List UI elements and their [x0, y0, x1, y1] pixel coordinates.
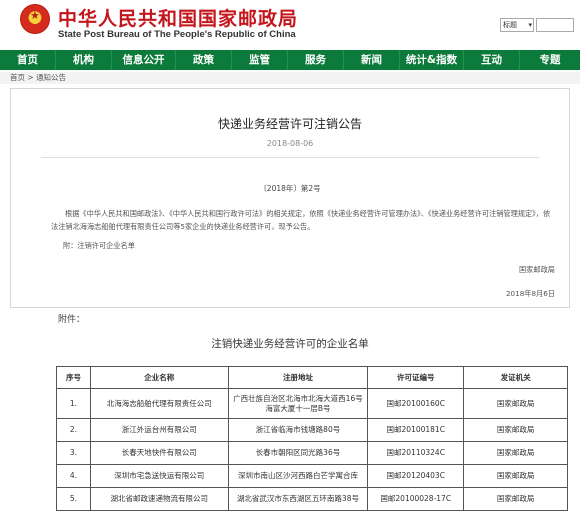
cell-company: 深圳市宅急送快运有限公司	[89, 464, 229, 488]
cell-index: 1.	[56, 388, 91, 419]
column-header-company: 企业名称	[89, 366, 229, 389]
breadcrumb-separator: >	[25, 73, 37, 82]
cell-index: 4.	[56, 464, 91, 488]
cell-issuer: 国家邮政局	[463, 441, 568, 465]
table-row: 1. 北海海志船舶代理有限责任公司 广西壮族自治区北海市北海大道西16号海富大厦…	[56, 388, 568, 419]
table-header-row: 序号 企业名称 注册地址 许可证编号 发证机关	[56, 366, 568, 389]
attachment-label: 附件：	[58, 315, 86, 325]
site-title: 中华人民共和国国家邮政局	[58, 8, 299, 30]
article-panel: 快递业务经营许可注销公告 2018-08-06 〔2018年〕第2号 根据《中华…	[10, 88, 570, 308]
revoked-companies-table: 序号 企业名称 注册地址 许可证编号 发证机关 1. 北海海志船舶代理有限责任公…	[56, 366, 568, 511]
cell-address: 广西壮族自治区北海市北海大道西16号海富大厦十一层B号	[227, 388, 369, 419]
cell-index: 3.	[56, 441, 91, 465]
document-number: 〔2018年〕第2号	[259, 184, 321, 193]
national-emblem-icon	[20, 4, 50, 34]
cell-address: 长春市朝阳区同光路36号	[227, 441, 369, 465]
article-title: 快递业务经营许可注销公告	[217, 117, 362, 131]
site-subtitle: State Post Bureau of The People's Republ…	[58, 29, 296, 40]
search-type-select[interactable]: 标题	[500, 18, 534, 32]
nav-item-info-disclosure[interactable]: 信息公开	[112, 50, 176, 70]
attachment-note: 附：注销许可企业名单	[63, 241, 135, 250]
issue-date: 2018年8月6日	[505, 289, 555, 298]
column-header-license-no: 许可证编号	[367, 366, 465, 389]
article-date: 2018-08-06	[266, 139, 314, 148]
nav-item-supervision[interactable]: 监管	[232, 50, 288, 70]
cell-license-no: 国邮20110324C	[367, 441, 465, 465]
nav-item-statistics[interactable]: 统计&指数	[400, 50, 464, 70]
cell-company: 长春天地快件有限公司	[89, 441, 229, 465]
cell-company: 湖北省邮政速递物流有限公司	[89, 487, 229, 511]
nav-item-policy[interactable]: 政策	[176, 50, 232, 70]
issuer: 国家邮政局	[519, 265, 555, 274]
nav-item-service[interactable]: 服务	[288, 50, 344, 70]
cell-index: 2.	[56, 418, 91, 442]
nav-item-interaction[interactable]: 互动	[464, 50, 520, 70]
nav-item-topics[interactable]: 专题	[520, 50, 580, 70]
table-row: 3. 长春天地快件有限公司 长春市朝阳区同光路36号 国邮20110324C 国…	[56, 441, 568, 465]
column-header-index: 序号	[56, 366, 91, 389]
cell-company: 北海海志船舶代理有限责任公司	[89, 388, 229, 419]
nav-item-home[interactable]: 首页	[0, 50, 56, 70]
cell-license-no: 国邮20120403C	[367, 464, 465, 488]
cell-address: 湖北省武汉市东西湖区五环南路38号	[227, 487, 369, 511]
nav-item-organization[interactable]: 机构	[56, 50, 112, 70]
attachment-table-title: 注销快递业务经营许可的企业名单	[211, 338, 369, 350]
divider	[41, 157, 539, 158]
breadcrumb: 首页 > 通知公告	[0, 72, 580, 84]
table-row: 5. 湖北省邮政速递物流有限公司 湖北省武汉市东西湖区五环南路38号 国邮201…	[56, 487, 568, 511]
cell-address: 浙江省临海市钱塘路80号	[227, 418, 369, 442]
cell-license-no: 国邮20100160C	[367, 388, 465, 419]
search-input[interactable]	[536, 18, 574, 32]
main-nav: 首页 机构 信息公开 政策 监管 服务 新闻 统计&指数 互动 专题	[0, 50, 580, 70]
cell-issuer: 国家邮政局	[463, 464, 568, 488]
cell-issuer: 国家邮政局	[463, 388, 568, 419]
nav-item-news[interactable]: 新闻	[344, 50, 400, 70]
cell-issuer: 国家邮政局	[463, 487, 568, 511]
table-row: 4. 深圳市宅急送快运有限公司 深圳市南山区沙河西路白芒学寓合库 国邮20120…	[56, 464, 568, 488]
breadcrumb-current[interactable]: 通知公告	[36, 73, 66, 82]
cell-address: 深圳市南山区沙河西路白芒学寓合库	[227, 464, 369, 488]
column-header-address: 注册地址	[227, 366, 369, 389]
cell-index: 5.	[56, 487, 91, 511]
breadcrumb-home-link[interactable]: 首页	[10, 73, 25, 82]
article-body: 根据《中华人民共和国邮政法》、《中华人民共和国行政许可法》的相关规定，依照《快递…	[51, 209, 551, 231]
search-box: 标题	[500, 18, 574, 32]
site-header: 中华人民共和国国家邮政局 State Post Bureau of The Pe…	[0, 0, 580, 48]
cell-company: 浙江外运台州有限公司	[89, 418, 229, 442]
table-row: 2. 浙江外运台州有限公司 浙江省临海市钱塘路80号 国邮20100181C 国…	[56, 418, 568, 442]
cell-license-no: 国邮20100028-17C	[367, 487, 465, 511]
cell-license-no: 国邮20100181C	[367, 418, 465, 442]
column-header-issuer: 发证机关	[463, 366, 568, 389]
cell-issuer: 国家邮政局	[463, 418, 568, 442]
